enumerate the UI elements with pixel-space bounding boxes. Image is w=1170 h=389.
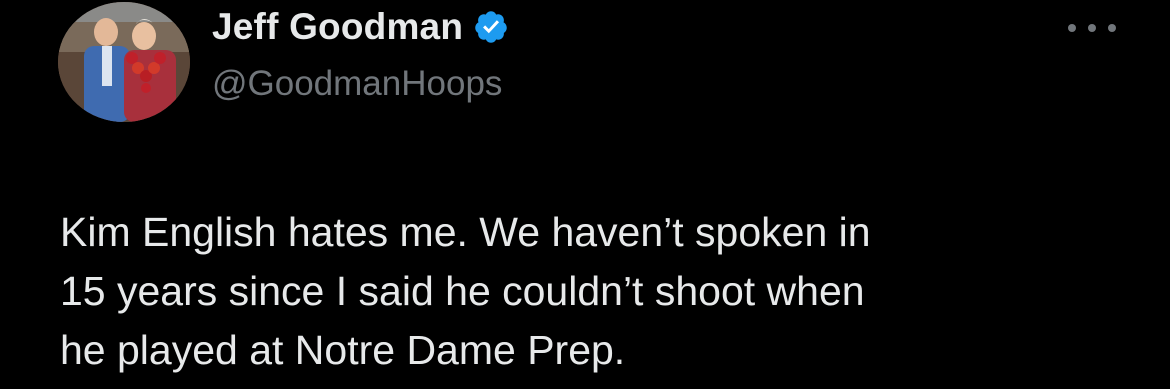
verified-badge-icon bbox=[473, 9, 509, 45]
tweet-text: Kim English hates me. We haven’t spoken … bbox=[60, 203, 1120, 380]
more-horizontal-icon bbox=[1108, 24, 1116, 32]
tweet-text-line: 15 years since I said he couldn’t shoot … bbox=[60, 268, 865, 314]
author-display-name[interactable]: Jeff Goodman bbox=[212, 6, 463, 48]
more-options-button[interactable] bbox=[1068, 18, 1116, 38]
author-name-row[interactable]: Jeff Goodman bbox=[212, 6, 509, 48]
more-horizontal-icon bbox=[1068, 24, 1076, 32]
tweet-text-line: Kim English hates me. We haven’t spoken … bbox=[60, 209, 871, 255]
tweet-text-line: he played at Notre Dame Prep. bbox=[60, 327, 626, 373]
profile-photo bbox=[58, 2, 190, 122]
avatar[interactable] bbox=[58, 2, 190, 122]
author-handle[interactable]: @GoodmanHoops bbox=[212, 64, 502, 104]
more-horizontal-icon bbox=[1088, 24, 1096, 32]
